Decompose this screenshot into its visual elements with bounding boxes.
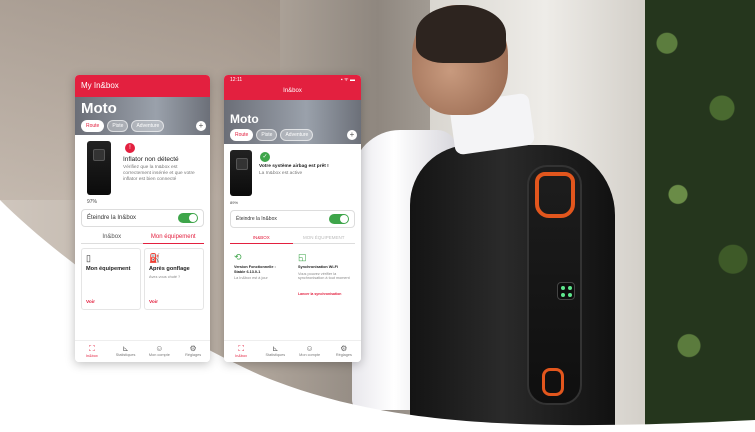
sync-link[interactable]: Lancer la synchronisation	[298, 292, 341, 296]
nav-account[interactable]: ☺ Mon compte	[293, 341, 327, 362]
nav-label: Mon compte	[299, 353, 321, 357]
mode-chips: Route Piste Adventure	[81, 120, 165, 132]
chip-route[interactable]: Route	[81, 120, 105, 132]
nav-label: Réglages	[335, 353, 352, 357]
chip-adventure[interactable]: Adventure	[131, 120, 165, 132]
chip-piste[interactable]: Piste	[256, 129, 278, 141]
tab-bar: In&box Mon équipement	[81, 231, 204, 244]
card-grid: ⟲ Version Fonctionnelle : Stable 6.13.0-…	[230, 248, 355, 310]
chip-route[interactable]: Route	[230, 129, 254, 141]
check-icon: ✓	[260, 152, 270, 162]
card-version: ⟲ Version Fonctionnelle : Stable 6.13.0-…	[230, 248, 291, 310]
nav-label: Réglages	[185, 353, 202, 357]
card-wifi-sync: ◱ Synchronisation Wi-Fi Vous pouvez véri…	[294, 248, 355, 310]
nav-label: Mon compte	[148, 353, 170, 357]
card-title: Synchronisation Wi-Fi	[298, 265, 339, 269]
chart-icon: ⊾	[272, 344, 279, 353]
status-bar: 12:11 ▪ ᯤ ▬	[224, 75, 361, 85]
nav-label: In&box	[235, 354, 248, 358]
battery-level: 89%	[230, 200, 239, 205]
tab-equipment[interactable]: MON ÉQUIPEMENT	[292, 232, 355, 244]
card-description: La In&box est à jour	[234, 276, 268, 281]
plus-icon: +	[349, 130, 355, 139]
pump-icon: ⛽	[149, 253, 161, 263]
plus-icon: +	[198, 121, 204, 130]
inbox-device-image	[230, 150, 252, 196]
scan-icon: ⛶	[238, 344, 244, 353]
mode-chips: Route Piste Adventure	[230, 129, 314, 141]
card-grid: ▯ Mon équipement Voir ⛽ Après gonflage A…	[81, 248, 204, 310]
nav-settings[interactable]: ⚙ Réglages	[176, 341, 210, 362]
app-header: In&box	[224, 85, 361, 100]
card-description: Avez-vous chuté ?	[149, 274, 181, 279]
card-description: Vous pouvez vérifier la synchronisation …	[298, 271, 350, 281]
status-description: Vérifiez que la In&box est correctement …	[123, 165, 195, 182]
user-icon: ☺	[155, 344, 164, 353]
status-title: Inflator non détecté	[123, 156, 179, 163]
status-title: Votre système airbag est prêt !	[259, 164, 329, 169]
inbox-device-image	[87, 141, 111, 195]
chart-icon: ⊾	[122, 344, 129, 353]
bottom-nav: ⛶ In&box ⊾ Statistiques ☺ Mon compte ⚙ Régla…	[224, 340, 361, 362]
scan-icon: ⛶	[89, 344, 95, 353]
device-icon: ▯	[86, 253, 91, 263]
status-description: La In&box est active	[259, 171, 303, 176]
card-my-equipment[interactable]: ▯ Mon équipement Voir	[81, 248, 141, 310]
profile-hero: Moto Route Piste Adventure +	[224, 100, 361, 144]
nav-label: Statistiques	[115, 353, 136, 357]
wifi-icon: ◱	[298, 252, 307, 262]
add-profile-button[interactable]: +	[347, 130, 357, 140]
signal-battery-icon: ▪ ᯤ ▬	[340, 77, 355, 83]
nav-inbox[interactable]: ⛶ In&box	[75, 341, 109, 362]
nav-stats[interactable]: ⊾ Statistiques	[109, 341, 143, 362]
device-status-card: ! Inflator non détecté Vérifiez que la I…	[75, 135, 210, 205]
profile-title: Moto	[230, 112, 259, 126]
nav-settings[interactable]: ⚙ Réglages	[327, 341, 361, 362]
gear-icon: ⚙	[189, 344, 197, 353]
bottom-nav: ⛶ In&box ⊾ Statistiques ☺ Mon compte ⚙ Régla…	[75, 340, 210, 362]
profile-title: Moto	[81, 100, 117, 117]
power-toggle-row: Éteindre la In&box	[230, 210, 355, 228]
power-toggle-label: Éteindre la In&box	[87, 215, 137, 221]
nav-stats[interactable]: ⊾ Statistiques	[258, 341, 292, 362]
chip-piste[interactable]: Piste	[107, 120, 129, 132]
profile-hero: Moto Route Piste Adventure +	[75, 97, 210, 135]
tab-inbox[interactable]: In&box	[81, 231, 143, 244]
tab-equipment[interactable]: Mon équipement	[142, 231, 204, 244]
nav-label: Statistiques	[265, 353, 286, 357]
nav-inbox[interactable]: ⛶ In&box	[224, 341, 258, 362]
power-toggle-row: Éteindre la In&box	[81, 209, 204, 227]
card-title: Version Fonctionnelle : Stable 6.13.0-1	[234, 265, 276, 274]
chip-adventure[interactable]: Adventure	[280, 129, 314, 141]
view-link[interactable]: Voir	[86, 300, 95, 305]
app-header: My In&box	[75, 75, 210, 97]
view-link[interactable]: Voir	[149, 300, 158, 305]
card-after-inflation[interactable]: ⛽ Après gonflage Avez-vous chuté ? Voir	[144, 248, 204, 310]
power-toggle[interactable]	[329, 214, 349, 224]
battery-level: 97%	[87, 199, 98, 205]
power-toggle-label: Éteindre la In&box	[236, 216, 277, 222]
clock: 12:11	[230, 77, 243, 83]
card-title: Après gonflage	[149, 266, 190, 272]
error-icon: !	[125, 143, 135, 153]
gear-icon: ⚙	[340, 344, 348, 353]
device-status-card: ✓ Votre système airbag est prêt ! La In&…	[224, 144, 361, 206]
refresh-icon: ⟲	[234, 252, 242, 262]
add-profile-button[interactable]: +	[196, 121, 206, 131]
nav-label: In&box	[85, 354, 98, 358]
tab-inbox[interactable]: IN&BOX	[230, 232, 293, 244]
tab-bar: IN&BOX MON ÉQUIPEMENT	[230, 232, 355, 244]
user-icon: ☺	[305, 344, 314, 353]
card-title: Mon équipement	[86, 266, 131, 272]
phone-screen-left: My In&box Moto Route Piste Adventure + !…	[75, 75, 210, 362]
power-toggle[interactable]	[178, 213, 198, 223]
phone-screen-right: 12:11 ▪ ᯤ ▬ In&box Moto Route Piste Adve…	[224, 75, 361, 362]
nav-account[interactable]: ☺ Mon compte	[143, 341, 177, 362]
